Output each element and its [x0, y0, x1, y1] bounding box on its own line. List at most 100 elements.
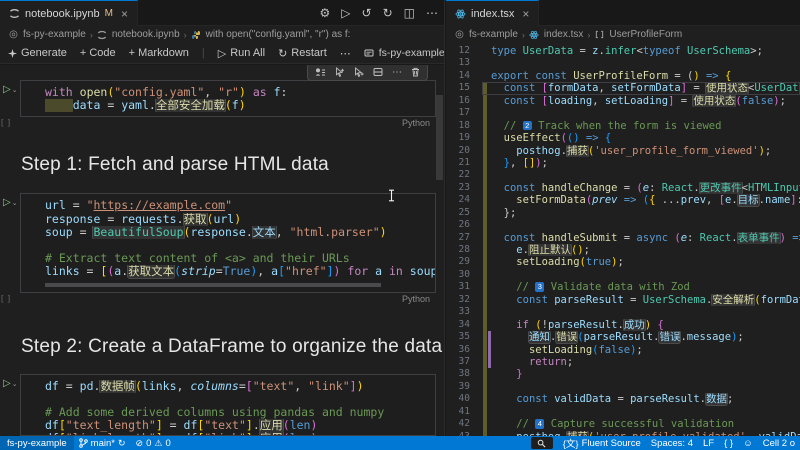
zoom-indicator[interactable]	[526, 436, 558, 450]
editor-gutter	[470, 57, 491, 69]
git-modified-bar	[483, 244, 487, 257]
editor-gutter	[470, 244, 491, 257]
run-all-button[interactable]: ▷ Run All	[218, 47, 265, 60]
magnifier-icon	[537, 439, 546, 447]
scrollbar-thumb[interactable]	[45, 282, 382, 287]
more-actions-icon[interactable]: ⋯	[426, 6, 438, 20]
run-icon[interactable]: ▷	[341, 6, 350, 20]
code-editor[interactable]: 12 type UserData = z.infer<typeof UserSch…	[446, 43, 800, 436]
close-tab-icon[interactable]: ×	[522, 7, 529, 21]
code-line: 32 const parseResult = UserSchema.安全解析(f…	[446, 293, 800, 307]
problems-item[interactable]: ⊘ 0 ⚠ 0	[131, 436, 176, 450]
tab-label: index.tsx	[471, 7, 515, 20]
code-text: posthog.捕获('user_profile_form_viewed');	[516, 144, 772, 157]
cell-language-label[interactable]: Python	[20, 293, 436, 305]
notebook-file-icon	[97, 29, 108, 40]
horizontal-scrollbar[interactable]	[45, 282, 427, 287]
breadcrumb-file[interactable]: index.tsx	[544, 29, 583, 40]
restart-kernel-icon[interactable]: ↻	[383, 6, 393, 20]
generate-button[interactable]: Generate	[8, 47, 67, 59]
cell-indicator[interactable]: Cell 2 o	[758, 436, 800, 450]
tab-notebook[interactable]: notebook.ipynb M ×	[0, 0, 138, 26]
indentation-item[interactable]: Spaces: 4	[646, 436, 698, 450]
more-actions-icon[interactable]: ⋯	[392, 67, 402, 78]
delete-cell-icon[interactable]	[411, 67, 420, 77]
settings-gear-icon[interactable]: ⚙	[320, 6, 331, 20]
run-cell-button[interactable]: ▷⌄	[3, 197, 18, 208]
line-number: 31	[458, 281, 470, 293]
add-markdown-button[interactable]: + Markdown	[129, 47, 189, 59]
code-text: const handleSubmit = async (e: React.表单事…	[503, 231, 800, 244]
code-text: e.阻止默认();	[516, 244, 590, 256]
insert-cell-above-icon[interactable]	[335, 67, 345, 77]
cell-language-label[interactable]: Python	[20, 117, 436, 129]
vertical-scrollbar[interactable]	[436, 95, 443, 180]
cell-editor[interactable]: df = pd.数据帧(links, columns=["text", "lin…	[20, 373, 436, 436]
line-number: 13	[458, 57, 470, 69]
code-line: 36 setLoading(false);	[446, 343, 800, 356]
editor-gutter	[470, 368, 491, 381]
line-number: 32	[458, 293, 470, 305]
breadcrumb[interactable]: ◎ fs-example › index.tsx › UserProfileFo…	[446, 26, 800, 43]
insert-cell-below-icon[interactable]	[354, 67, 364, 77]
remote-indicator[interactable]: fs-py-example	[0, 436, 74, 450]
breadcrumb[interactable]: ◎ fs-py-example › notebook.ipynb › with …	[0, 26, 444, 43]
warnings-icon: ⚠	[154, 437, 163, 448]
eol-item[interactable]: LF	[698, 436, 719, 450]
breadcrumb-symbol[interactable]: with open("config.yaml", "r") as f:	[206, 29, 351, 40]
markdown-heading-cell[interactable]: Step 1: Fetch and parse HTML data	[0, 154, 444, 176]
git-modified-bar	[483, 355, 487, 369]
markdown-heading-cell[interactable]: Step 2: Create a DataFrame to organize t…	[0, 336, 444, 358]
add-code-button[interactable]: + Code	[80, 47, 116, 59]
split-editor-icon[interactable]: ◫	[404, 6, 415, 20]
code-line: 13	[446, 57, 800, 69]
code-line: 14 export const UserProfileForm = () => {	[446, 70, 800, 82]
kernel-picker[interactable]: fs-py-example (Python 3.13.4)	[364, 47, 444, 59]
code-line: 15 const [formData, setFormData] = 使用状态<…	[446, 82, 800, 95]
run-cell-button[interactable]: ▷⌄	[3, 84, 18, 95]
run-cell-button[interactable]: ▷⌄	[3, 378, 18, 389]
restart-button[interactable]: ↻ Restart	[278, 47, 327, 60]
code-text: return;	[528, 355, 574, 368]
restart-icon: ↻	[278, 47, 288, 60]
history-icon[interactable]: ↺	[362, 6, 372, 20]
tab-label: notebook.ipynb	[25, 7, 100, 20]
language-mode-item[interactable]: { }	[719, 436, 738, 450]
code-line: 25 };	[446, 206, 800, 220]
kernel-icon	[364, 49, 374, 57]
cell-toolbar: ⋯	[307, 65, 428, 81]
cell-editor[interactable]: with open("config.yaml", "r") as f: data…	[20, 80, 436, 118]
more-toolbar-actions[interactable]: ⋯	[340, 47, 351, 60]
breadcrumb-root[interactable]: fs-example	[469, 29, 518, 40]
jupyter-icon	[9, 8, 20, 19]
notebook-toolbar: Generate + Code + Markdown | ▷ Run All ↻ R…	[0, 43, 444, 64]
git-branch-item[interactable]: main* ↻	[74, 436, 131, 450]
split-cell-icon[interactable]	[373, 67, 383, 77]
editor-group-right: index.tsx × ◎ fs-example › index.tsx › U…	[446, 0, 800, 436]
cell-editor[interactable]: url = "https://example.com" response = re…	[20, 193, 436, 293]
execute-above-icon[interactable]	[315, 67, 326, 77]
line-number: 25	[458, 206, 470, 218]
execution-count: [ ]	[1, 292, 12, 303]
editor-gutter	[470, 82, 491, 95]
code-line: 29 setLoading(true);	[446, 256, 800, 269]
line-number: 20	[458, 144, 470, 156]
line-number: 29	[458, 256, 470, 268]
editor-actions-left: ⚙ ▷ ↺ ↻ ◫ ⋯	[320, 0, 438, 26]
line-number: 28	[458, 244, 470, 255]
line-number: 38	[458, 368, 470, 380]
feedback-smiley-icon[interactable]: ☺	[738, 436, 758, 450]
fluent-source-item[interactable]: {文} Fluent Source	[558, 436, 646, 450]
git-modified-bar	[483, 194, 487, 207]
code-line: 37 return;	[446, 355, 800, 369]
close-tab-icon[interactable]: ×	[121, 7, 128, 21]
breadcrumb-symbol[interactable]: UserProfileForm	[609, 29, 682, 40]
breadcrumb-root[interactable]: fs-py-example	[23, 29, 86, 40]
breadcrumb-file[interactable]: notebook.ipynb	[112, 29, 180, 40]
tab-index-tsx[interactable]: index.tsx ×	[446, 0, 540, 26]
sync-icon: ↻	[117, 437, 126, 448]
code-line: 26	[446, 219, 800, 232]
